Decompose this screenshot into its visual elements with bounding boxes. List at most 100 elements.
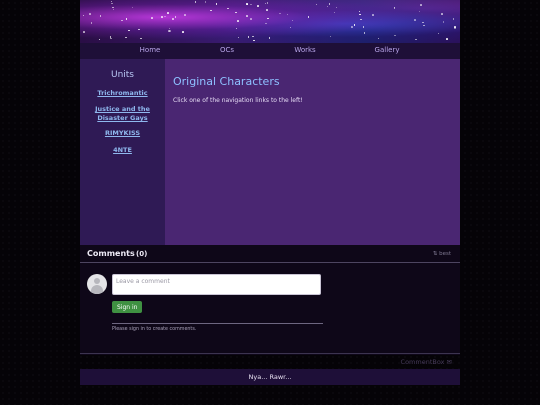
- star-decoration: [420, 4, 422, 6]
- divider: [112, 323, 323, 324]
- star-decoration: [210, 9, 212, 11]
- star-decoration: [204, 1, 207, 3]
- sidebar-link-rimykiss[interactable]: RIMYKISS: [82, 129, 163, 138]
- main-content: Original Characters Click one of the nav…: [165, 59, 460, 245]
- page-container: Home OCs Works Gallery Units Trichromant…: [80, 0, 460, 405]
- star-decoration: [266, 2, 269, 4]
- commentbox-brand: CommentBox: [400, 358, 445, 366]
- star-decoration: [441, 13, 443, 15]
- star-decoration: [250, 18, 252, 20]
- star-decoration: [452, 18, 455, 20]
- comments-title: Comments: [87, 249, 135, 258]
- sidebar-link-trichromantic[interactable]: Trichromantic: [82, 89, 163, 98]
- star-decoration: [138, 28, 140, 31]
- star-decoration: [267, 17, 269, 20]
- star-decoration: [246, 3, 248, 5]
- star-decoration: [446, 38, 448, 40]
- nav-works-link[interactable]: Works: [294, 46, 315, 54]
- star-decoration: [89, 13, 91, 15]
- star-decoration: [194, 1, 197, 3]
- top-navigation: Home OCs Works Gallery: [80, 43, 460, 59]
- star-decoration: [182, 31, 184, 33]
- sidebar-title: Units: [110, 70, 134, 80]
- star-decoration: [112, 8, 115, 11]
- nav-ocs-link[interactable]: OCs: [220, 46, 234, 54]
- star-decoration: [237, 36, 240, 39]
- star-decoration: [112, 6, 114, 9]
- sign-in-button[interactable]: Sign in: [112, 301, 143, 313]
- star-decoration: [247, 36, 250, 38]
- star-decoration: [121, 19, 123, 22]
- star-decoration: [98, 38, 101, 40]
- star-decoration: [246, 15, 248, 17]
- star-decoration: [82, 14, 85, 17]
- star-decoration: [237, 20, 239, 22]
- star-decoration: [174, 16, 177, 18]
- star-decoration: [442, 21, 445, 23]
- star-decoration: [423, 24, 425, 27]
- star-decoration: [164, 15, 166, 18]
- star-decoration: [111, 2, 113, 5]
- sidebar-link-4nte[interactable]: 4NTE: [82, 146, 163, 155]
- star-decoration: [377, 37, 380, 39]
- star-decoration: [335, 6, 338, 9]
- star-decoration: [252, 35, 254, 38]
- star-decoration: [235, 11, 237, 14]
- star-decoration: [326, 5, 329, 8]
- star-decoration: [83, 31, 85, 33]
- comments-section: Comments (0) ⇅ best Sign in Please sign …: [80, 245, 460, 355]
- star-decoration: [394, 34, 396, 37]
- intro-text: Click one of the navigation links to the…: [173, 97, 303, 104]
- star-decoration: [286, 13, 289, 16]
- star-decoration: [265, 22, 267, 25]
- space-banner-image: [80, 0, 460, 43]
- star-decoration: [99, 15, 102, 17]
- star-decoration: [125, 36, 127, 39]
- star-decoration: [289, 26, 292, 29]
- star-decoration: [307, 16, 310, 18]
- page-title: Original Characters: [173, 75, 280, 88]
- star-decoration: [415, 38, 417, 41]
- star-decoration: [161, 16, 163, 18]
- star-decoration: [333, 11, 336, 13]
- star-decoration: [291, 19, 294, 22]
- star-decoration: [353, 24, 356, 26]
- star-decoration: [315, 3, 318, 6]
- star-decoration: [372, 14, 374, 16]
- star-decoration: [454, 27, 456, 29]
- star-decoration: [168, 30, 170, 32]
- sign-in-note: Please sign in to create comments.: [112, 327, 197, 332]
- star-decoration: [167, 12, 169, 14]
- star-decoration: [437, 32, 440, 35]
- sort-button[interactable]: ⇅ best: [433, 251, 451, 257]
- star-decoration: [125, 18, 128, 20]
- star-decoration: [168, 27, 171, 30]
- nav-gallery-link[interactable]: Gallery: [375, 46, 400, 54]
- star-decoration: [264, 2, 267, 5]
- star-decoration: [140, 37, 142, 40]
- star-decoration: [329, 35, 332, 38]
- star-decoration: [253, 39, 255, 42]
- star-decoration: [328, 3, 330, 5]
- star-decoration: [279, 12, 281, 15]
- star-decoration: [418, 10, 421, 13]
- star-decoration: [227, 7, 229, 10]
- footer-text: Nya... Rawr...: [248, 373, 292, 381]
- avatar-head-icon: [94, 278, 100, 284]
- avatar: [87, 274, 107, 294]
- nav-home-link[interactable]: Home: [140, 46, 161, 54]
- star-decoration: [351, 26, 353, 28]
- comment-bubble-icon: ✉: [446, 358, 452, 366]
- star-decoration: [215, 3, 218, 5]
- star-decoration: [266, 9, 268, 11]
- star-decoration: [393, 7, 396, 9]
- sidebar: Units Trichromantic Justice and the Disa…: [80, 59, 165, 245]
- star-decoration: [358, 10, 361, 13]
- divider: [80, 353, 460, 354]
- star-decoration: [268, 37, 271, 39]
- sidebar-link-justice-disaster-gays[interactable]: Justice and the Disaster Gays: [82, 105, 163, 123]
- commentbox-link[interactable]: CommentBox ✉: [80, 358, 452, 366]
- comment-input[interactable]: [112, 274, 321, 295]
- star-decoration: [110, 37, 112, 40]
- star-decoration: [169, 30, 171, 32]
